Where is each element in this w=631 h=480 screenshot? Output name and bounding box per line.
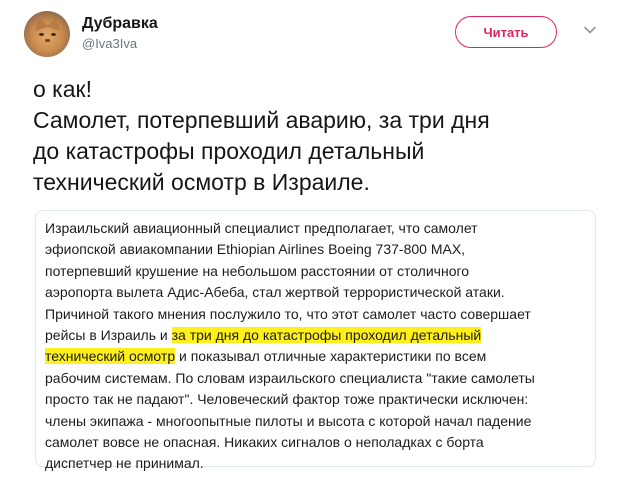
quote-line: эфиопской авиакомпании Ethiopian Airline… [45,241,466,258]
follow-button[interactable]: Читать [455,16,557,48]
quote-line: самолет вовсе не опасная. Никаких сигнал… [45,434,484,451]
quote-text-segment: рейсы в Израиль и [45,327,172,344]
author-display-name[interactable]: Дубравка [82,15,158,33]
tweet-text: о как! Самолет, потерпевший аварию, за т… [33,76,490,195]
avatar[interactable] [24,11,70,57]
quote-line: потерпевший крушение на небольшом рассто… [45,262,470,279]
tweet-header: Дубравка @Iva3Iva Читать [24,11,614,57]
quote-line: диспетчер не принимал. [45,455,204,472]
quote-line: аэропорта вылета Адис-Абеба, стал жертво… [45,284,505,301]
quote-line: рабочим системам. По словам израильского… [45,369,535,386]
author-handle[interactable]: @Iva3Iva [82,36,137,51]
highlighted-text: технический осмотр [45,348,176,365]
quote-line: рейсы в Израиль и за три дня до катастро… [45,325,593,346]
quote-line: технический осмотр и показывал отличные … [45,346,593,367]
quoted-article-text: Израильский авиационный специалист предп… [45,218,593,475]
quote-line: члены экипажа - многоопытные пилоты и вы… [45,412,532,429]
quote-text-segment: и показывал отличные характеристики по в… [175,348,487,365]
quoted-image-card[interactable]: Израильский авиационный специалист предп… [35,210,596,471]
quote-line: Израильский авиационный специалист предп… [45,220,478,236]
quote-line: Причиной такого мнения послужило то, что… [45,305,531,322]
quote-line: просто так не падают". Человеческий факт… [45,391,529,408]
chevron-down-icon[interactable] [583,23,597,37]
highlighted-text: за три дня до катастрофы проходил деталь… [171,327,482,344]
